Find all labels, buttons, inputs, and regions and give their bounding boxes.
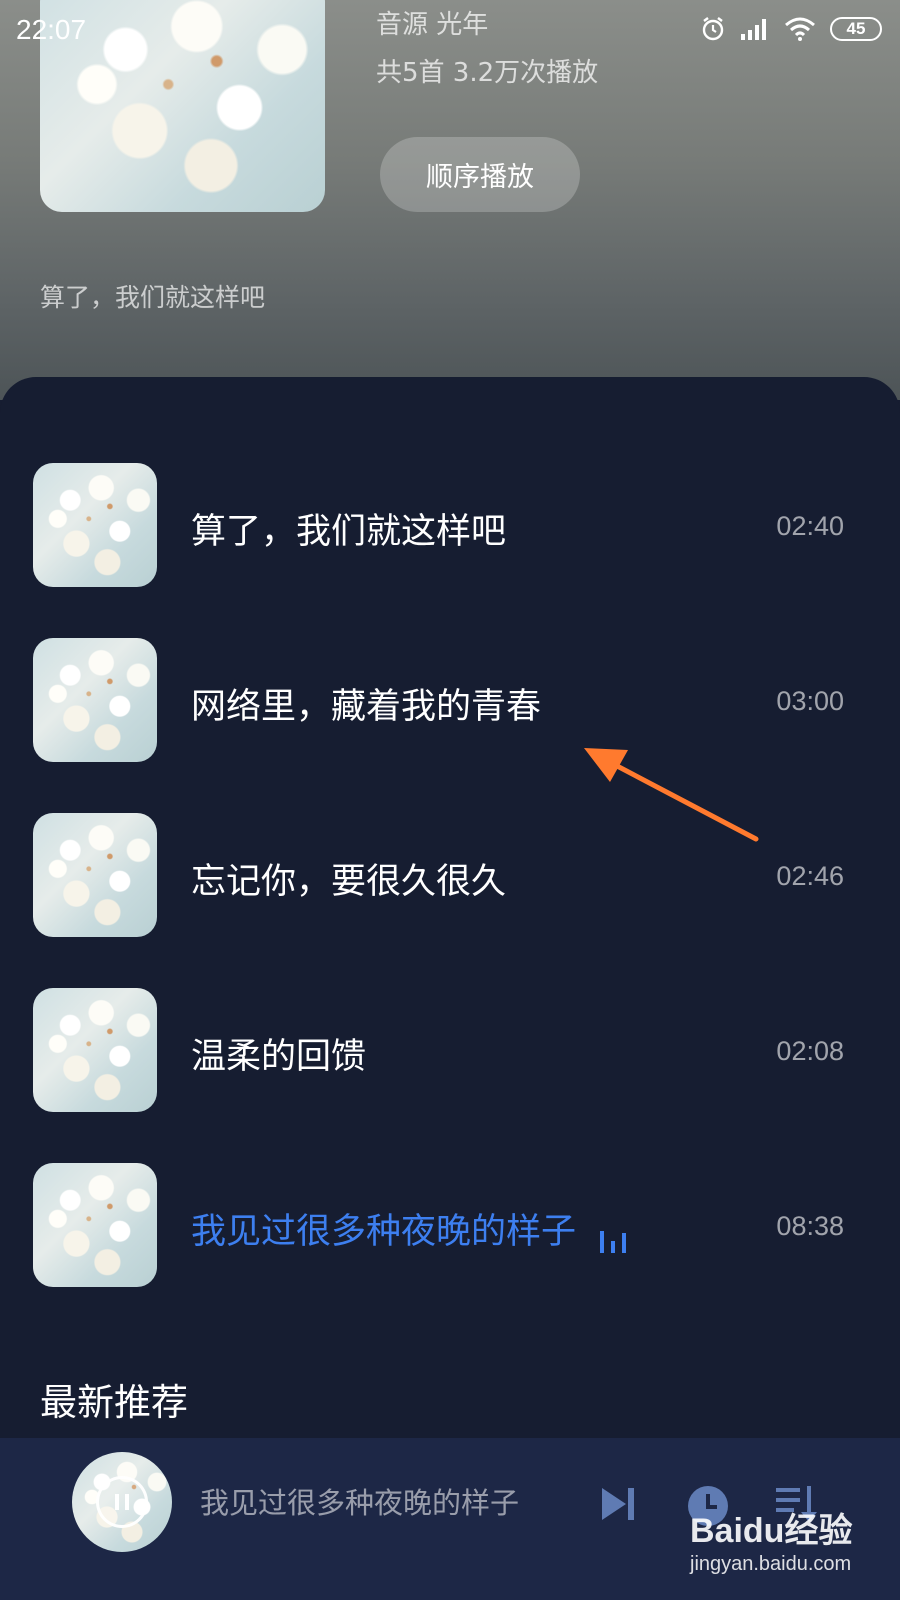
song-duration: 02:46: [776, 861, 844, 891]
play-mode-button[interactable]: 顺序播放: [380, 137, 580, 212]
annotation-arrow-icon: [584, 748, 759, 842]
song-title-active: 我见过很多种夜晚的样子: [191, 1203, 633, 1254]
song-title: 算了，我们就这样吧: [191, 512, 507, 552]
song-title-text: 我见过很多种夜晚的样子: [191, 1212, 577, 1252]
status-bar: 22:07 45: [0, 0, 900, 62]
song-cover: [33, 638, 157, 762]
song-title: 忘记你，要很久很久: [191, 862, 507, 902]
current-song-caption: 算了，我们就这样吧: [40, 283, 266, 312]
next-icon[interactable]: [598, 1484, 638, 1524]
pause-icon[interactable]: [96, 1476, 148, 1528]
song-duration: 03:00: [776, 686, 844, 716]
song-cover: [33, 988, 157, 1112]
song-row[interactable]: 温柔的回馈 02:08: [0, 988, 900, 1112]
song-row[interactable]: 网络里，藏着我的青春 03:00: [0, 638, 900, 762]
song-row[interactable]: 算了，我们就这样吧 02:40: [0, 463, 900, 587]
signal-icon: [741, 19, 766, 40]
song-duration: 02:08: [776, 1036, 844, 1066]
mini-player-cover[interactable]: [72, 1452, 172, 1552]
recommend-section-title: 最新推荐: [40, 1381, 188, 1424]
battery-icon: 45: [830, 17, 882, 41]
song-title: 网络里，藏着我的青春: [191, 687, 542, 727]
playing-indicator-icon: [600, 1213, 633, 1253]
baidu-watermark: Baidu经验 jingyan.baidu.com: [690, 1503, 870, 1593]
alarm-icon: [702, 17, 724, 41]
watermark-url: jingyan.baidu.com: [690, 1553, 852, 1575]
status-time: 22:07: [16, 14, 87, 45]
status-icons: 45: [700, 16, 882, 42]
song-cover: [33, 1163, 157, 1287]
song-row-active[interactable]: 我见过很多种夜晚的样子 08:38: [0, 1163, 900, 1287]
song-cover: [33, 463, 157, 587]
mini-player-title[interactable]: 我见过很多种夜晚的样子: [200, 1480, 519, 1522]
watermark-brand: Baidu经验: [690, 1512, 853, 1550]
song-cover: [33, 813, 157, 937]
wifi-icon: [785, 17, 815, 41]
song-duration: 02:40: [776, 511, 844, 541]
song-duration: 08:38: [776, 1211, 844, 1241]
song-title: 温柔的回馈: [191, 1037, 367, 1077]
song-row[interactable]: 忘记你，要很久很久 02:46: [0, 813, 900, 937]
